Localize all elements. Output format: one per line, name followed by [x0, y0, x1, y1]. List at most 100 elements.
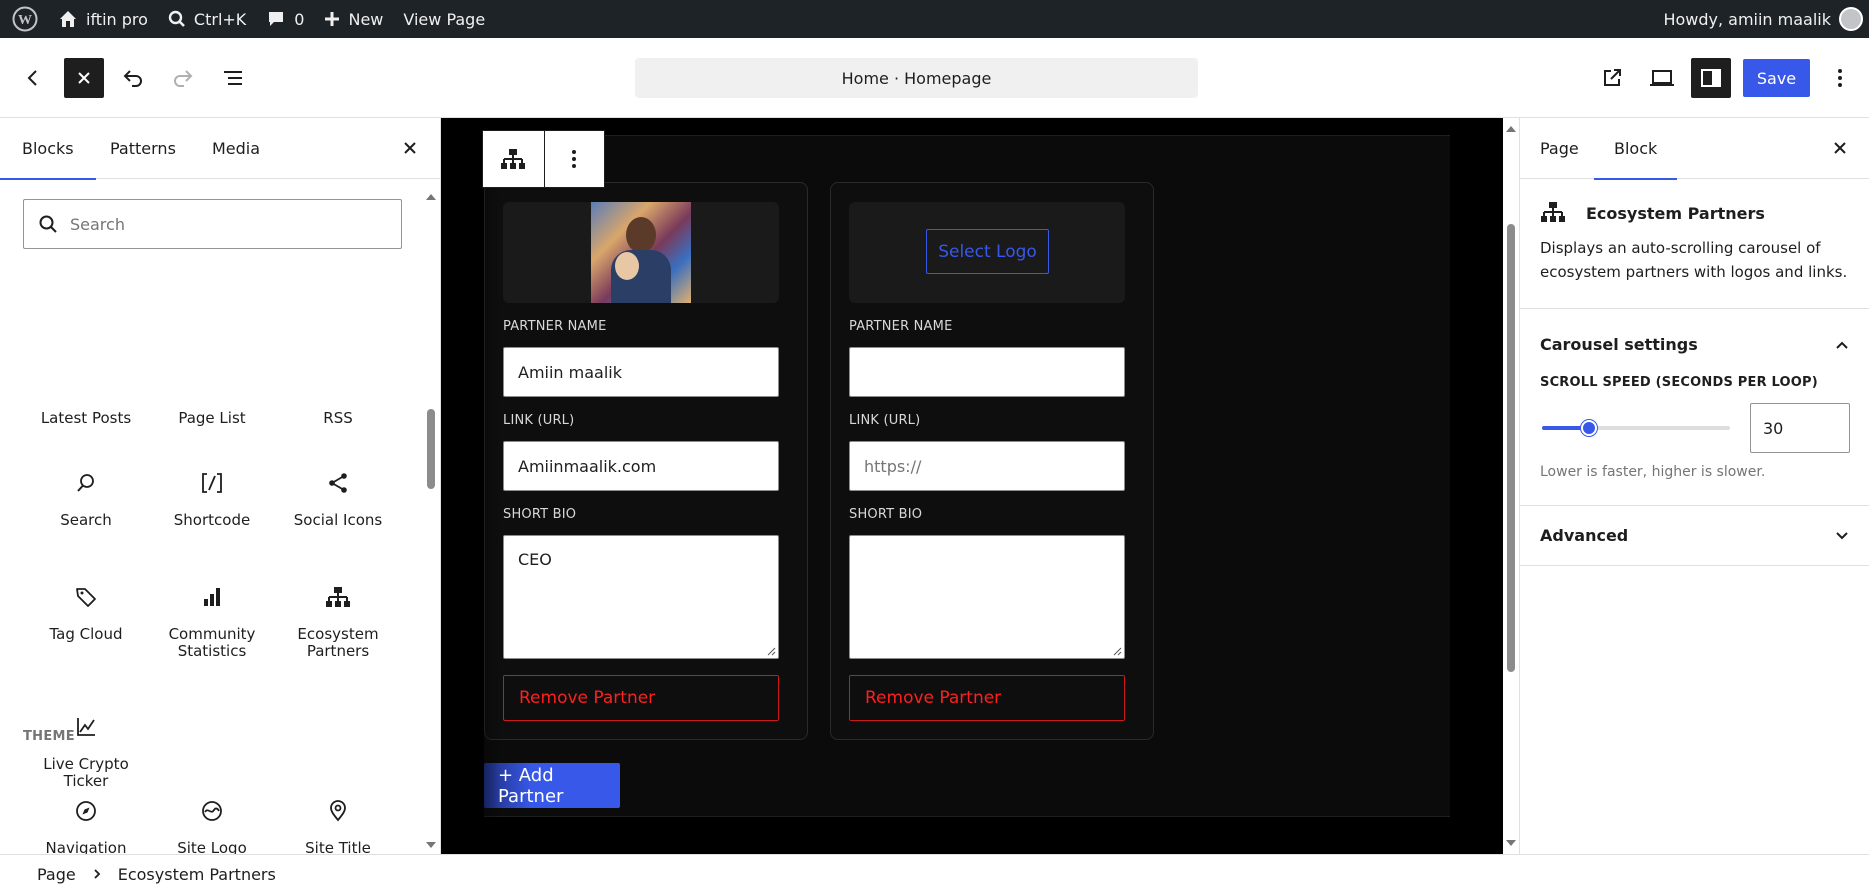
- undo-button[interactable]: [113, 58, 153, 98]
- partner-name-input[interactable]: [849, 347, 1125, 397]
- block-site-logo[interactable]: Site Logo: [149, 796, 275, 854]
- chevron-left-icon: [27, 70, 37, 86]
- save-button[interactable]: Save: [1743, 59, 1810, 97]
- tab-media[interactable]: Media: [190, 118, 282, 179]
- device-preview-button[interactable]: [1642, 58, 1682, 98]
- more-vertical-icon: [572, 150, 577, 168]
- partner-logo-area: Select Logo: [849, 202, 1125, 303]
- block-social-icons[interactable]: Social Icons: [275, 468, 401, 529]
- block-tag-cloud[interactable]: Tag Cloud: [23, 582, 149, 643]
- add-partner-button[interactable]: + Add Partner: [484, 763, 620, 808]
- close-settings-button[interactable]: [1820, 128, 1860, 168]
- compass-icon: [76, 801, 96, 821]
- comments-link[interactable]: 0: [256, 0, 314, 38]
- desktop-icon: [1650, 70, 1674, 86]
- block-navigation[interactable]: Navigation: [23, 796, 149, 854]
- block-site-title[interactable]: Site Title: [275, 796, 401, 854]
- partner-link-input[interactable]: https://: [849, 441, 1125, 491]
- block-options-button[interactable]: [543, 131, 605, 187]
- undo-icon: [123, 70, 142, 87]
- settings-toggle-button[interactable]: [1691, 58, 1731, 98]
- trend-chart-icon: [77, 718, 95, 736]
- theme-section-title: THEME: [23, 729, 75, 744]
- options-button[interactable]: [1820, 58, 1860, 98]
- partner-name-input[interactable]: Amiin maalik: [503, 347, 779, 397]
- scroll-up-arrow-icon: [426, 194, 436, 200]
- carousel-settings-toggle[interactable]: Carousel settings: [1540, 335, 1698, 354]
- block-inserter-panel: Blocks Patterns Media Search Latest Post…: [0, 118, 441, 854]
- partner-bio-label: SHORT BIO: [849, 507, 923, 522]
- resize-handle-icon[interactable]: [766, 646, 776, 656]
- hierarchy-icon: [1541, 202, 1565, 222]
- block-search-input[interactable]: Search: [23, 199, 402, 249]
- block-community-statistics[interactable]: Community Statistics: [149, 582, 275, 661]
- block-shortcode[interactable]: Shortcode: [149, 468, 275, 529]
- remove-partner-button[interactable]: Remove Partner: [503, 675, 779, 721]
- document-overview-button[interactable]: [213, 58, 253, 98]
- tab-block[interactable]: Block: [1594, 118, 1678, 180]
- resize-handle-icon[interactable]: [1112, 646, 1122, 656]
- command-palette-button[interactable]: Ctrl+K: [158, 0, 256, 38]
- partner-logo-image[interactable]: [591, 202, 691, 303]
- admin-bar: W iftin pro Ctrl+K 0 New View Page Howdy…: [0, 0, 1869, 38]
- plus-icon: [325, 12, 340, 26]
- block-search[interactable]: Search: [23, 468, 149, 529]
- partner-bio-textarea[interactable]: CEO: [503, 535, 779, 659]
- select-logo-button[interactable]: Select Logo: [926, 229, 1049, 274]
- inserter-tabs: Blocks Patterns Media: [0, 118, 440, 180]
- close-inserter-panel-button[interactable]: [390, 128, 430, 168]
- wordpress-icon: W: [12, 6, 38, 32]
- partner-logo-area[interactable]: [503, 202, 779, 303]
- block-live-crypto-ticker[interactable]: Live Crypto Ticker: [23, 712, 149, 791]
- document-title-bar[interactable]: Home · Homepage: [635, 58, 1198, 98]
- site-name: iftin pro: [86, 9, 148, 29]
- bar-chart-icon: [204, 588, 220, 606]
- back-button[interactable]: [13, 58, 53, 98]
- block-rss[interactable]: RSS: [275, 409, 401, 427]
- remove-partner-button[interactable]: Remove Partner: [849, 675, 1125, 721]
- view-page-label: View Page: [403, 9, 486, 29]
- partner-link-input[interactable]: Amiinmaalik.com: [503, 441, 779, 491]
- search-icon: [39, 215, 57, 233]
- tab-patterns[interactable]: Patterns: [88, 118, 198, 179]
- shortcode-icon: [202, 473, 222, 493]
- breadcrumb-page[interactable]: Page: [37, 865, 76, 884]
- tab-blocks[interactable]: Blocks: [0, 118, 96, 180]
- view-page-button[interactable]: [1592, 58, 1632, 98]
- redo-icon: [174, 70, 193, 87]
- chevron-down-icon[interactable]: [1834, 528, 1850, 544]
- scroll-speed-label: SCROLL SPEED (SECONDS PER LOOP): [1540, 375, 1818, 390]
- new-content-link[interactable]: New: [314, 0, 393, 38]
- block-card-description: Displays an auto-scrolling carousel of e…: [1540, 239, 1848, 281]
- ecosystem-partners-block[interactable]: PARTNER NAME Amiin maalik LINK (URL) Ami…: [484, 135, 1450, 817]
- block-page-list[interactable]: Page List: [149, 409, 275, 427]
- tab-page[interactable]: Page: [1520, 118, 1599, 179]
- scroll-speed-slider-thumb[interactable]: [1581, 420, 1597, 436]
- close-inserter-button[interactable]: [64, 58, 104, 98]
- advanced-toggle[interactable]: Advanced: [1540, 526, 1628, 545]
- partner-card-1: PARTNER NAME Amiin maalik LINK (URL) Ami…: [484, 182, 808, 740]
- wordpress-logo-button[interactable]: W: [0, 0, 48, 38]
- close-icon: [404, 142, 416, 154]
- scroll-speed-input[interactable]: 30: [1750, 403, 1850, 453]
- block-latest-posts[interactable]: Latest Posts: [23, 409, 149, 427]
- chevron-right-icon: [94, 869, 101, 879]
- partner-name-label: PARTNER NAME: [849, 319, 953, 334]
- block-toolbar: [482, 130, 605, 188]
- account-menu[interactable]: Howdy, amiin maalik: [1653, 0, 1869, 38]
- inserter-scrollbar[interactable]: [424, 188, 438, 852]
- canvas-scrollbar-thumb[interactable]: [1507, 224, 1515, 672]
- site-name-link[interactable]: iftin pro: [48, 0, 158, 38]
- redo-button[interactable]: [163, 58, 203, 98]
- carousel-settings-panel: Carousel settings: [1520, 308, 1869, 484]
- inserter-scrollbar-thumb[interactable]: [427, 409, 435, 489]
- partner-bio-textarea[interactable]: [849, 535, 1125, 659]
- partner-name-label: PARTNER NAME: [503, 319, 607, 334]
- breadcrumb-current-block[interactable]: Ecosystem Partners: [118, 865, 276, 884]
- scroll-speed-slider[interactable]: [1542, 420, 1730, 436]
- view-page-link[interactable]: View Page: [393, 0, 495, 38]
- block-ecosystem-partners[interactable]: Ecosystem Partners: [275, 582, 401, 661]
- canvas-scrollbar[interactable]: [1503, 118, 1519, 854]
- chevron-up-icon[interactable]: [1834, 337, 1850, 353]
- block-type-button[interactable]: [483, 131, 544, 187]
